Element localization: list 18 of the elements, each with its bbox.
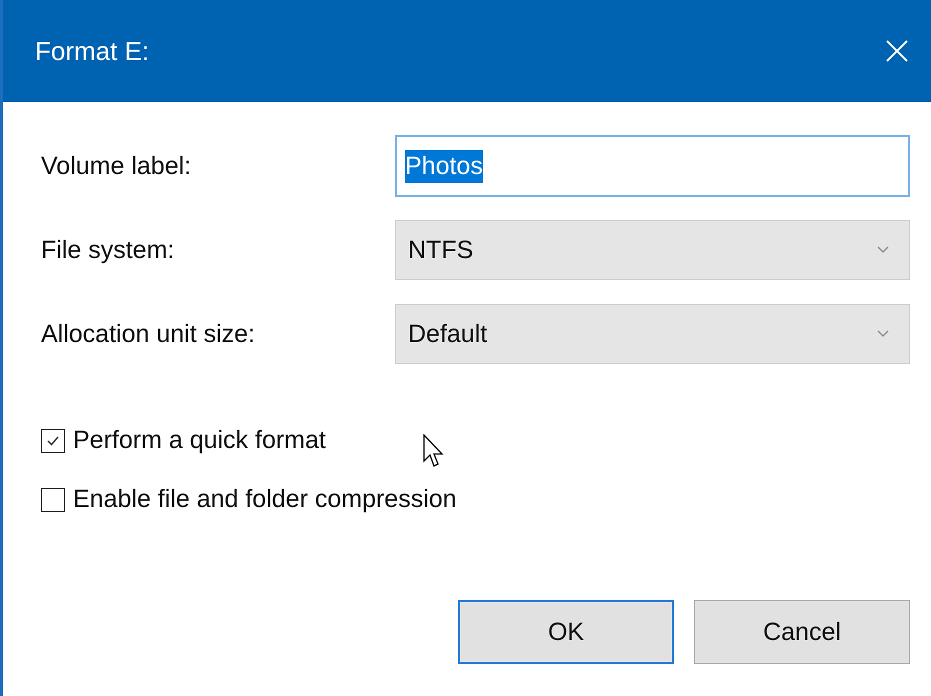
cursor-icon xyxy=(423,434,445,468)
field-label: File system: xyxy=(41,236,176,264)
dropdown[interactable]: NTFS xyxy=(395,220,910,280)
field-label: Allocation unit size: xyxy=(41,320,256,348)
checkbox-label[interactable]: Perform a quick format xyxy=(73,426,326,455)
chevron-icon xyxy=(877,246,889,254)
input-field[interactable]: Photos xyxy=(395,135,910,197)
dialog-button[interactable]: OK xyxy=(458,600,674,664)
chevron-icon xyxy=(877,330,889,338)
dropdown[interactable]: Default xyxy=(395,304,910,364)
field-label: Volume label: xyxy=(41,152,192,180)
field-value: Photos xyxy=(405,150,483,182)
checkbox-label[interactable]: Enable file and folder compression xyxy=(73,485,457,514)
window-title: Format E: xyxy=(35,36,150,66)
checkbox[interactable] xyxy=(41,428,65,452)
checkbox[interactable] xyxy=(41,488,65,512)
close-icon[interactable] xyxy=(885,39,909,63)
dialog-button[interactable]: Cancel xyxy=(694,600,910,664)
